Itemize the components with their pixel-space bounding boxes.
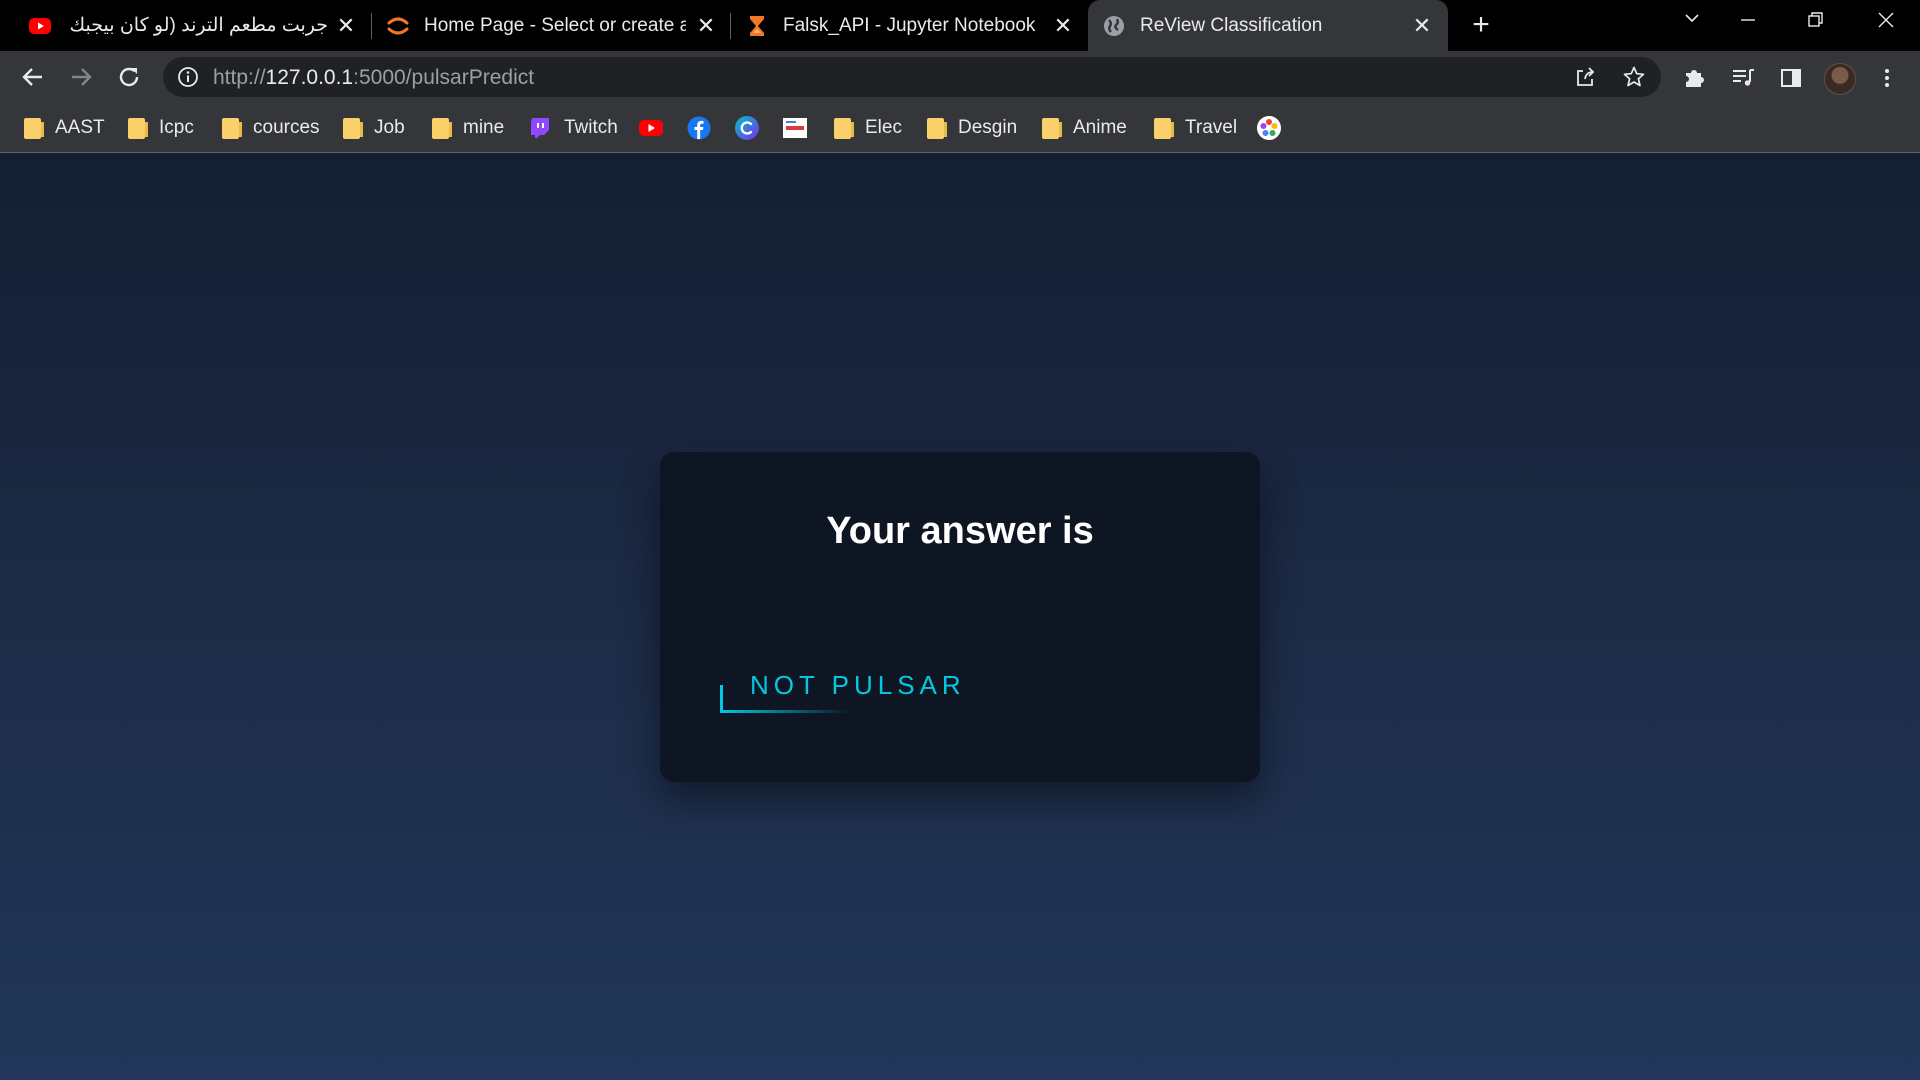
jupyter-icon [386,14,410,38]
bookmark-star-icon[interactable] [1622,65,1646,89]
globe-icon [1102,14,1126,38]
close-tab-icon[interactable]: ✕ [692,12,720,40]
tab-jupyter-home[interactable]: Home Page - Select or create a n ✕ [372,0,724,51]
bookmark-folder-aast[interactable]: AAST [24,116,105,140]
result-heading: Your answer is [826,510,1094,552]
close-window-icon[interactable] [1858,10,1914,54]
folder-icon [222,117,242,139]
tab-title: جربت مطعم الترند (لو كان بيجبك [69,15,328,36]
folder-icon [834,117,854,139]
hourglass-icon [745,14,769,38]
address-bar[interactable]: http://127.0.0.1:5000/pulsarPredict [163,57,1661,97]
tab-search-icon[interactable] [1664,8,1720,52]
prediction-result: NOT PULSAR [720,670,961,713]
menu-kebab-icon[interactable] [1874,65,1900,91]
tab-jupyter-notebook[interactable]: Falsk_API - Jupyter Notebook ✕ [731,0,1083,51]
bookmark-label: cources [253,117,320,138]
media-queue-icon[interactable] [1730,65,1756,91]
close-tab-icon[interactable]: ✕ [1408,12,1436,40]
tab-youtube-video[interactable]: جربت مطعم الترند (لو كان بيجبك ✕ [14,0,364,51]
twitch-icon [528,116,552,140]
bookmark-folder-cources[interactable]: cources [222,116,320,140]
profile-avatar[interactable] [1824,63,1856,95]
url-path: :5000/pulsarPredict [353,66,535,89]
canva-icon[interactable] [734,115,760,141]
bookmarks-bar: AAST Icpc cources Job mine Twitch Elec D… [0,103,1920,153]
reload-button[interactable] [112,60,146,94]
side-panel-icon[interactable] [1778,65,1804,91]
url-host: 127.0.0.1 [265,66,354,89]
youtube-icon [28,14,52,38]
result-accent-bar [720,685,723,712]
restore-icon[interactable] [1788,10,1844,54]
folder-icon [128,117,148,139]
bookmark-folder-icpc[interactable]: Icpc [128,116,194,140]
site-icon[interactable] [782,115,808,141]
site-info-icon[interactable] [177,66,199,88]
facebook-icon[interactable] [686,115,712,141]
result-card: Your answer is NOT PULSAR [660,452,1260,782]
back-button[interactable] [16,60,50,94]
prediction-label: NOT PULSAR [750,670,966,700]
bookmark-label: Anime [1073,117,1127,138]
close-tab-icon[interactable]: ✕ [1049,12,1077,40]
bookmark-label: mine [463,117,505,138]
tab-strip: جربت مطعم الترند (لو كان بيجبك ✕ Home Pa… [0,0,1920,51]
bookmark-folder-elec[interactable]: Elec [834,116,902,140]
forward-button[interactable] [64,60,98,94]
folder-icon [1154,117,1174,139]
bookmark-label: Travel [1185,117,1238,138]
tab-title: Falsk_API - Jupyter Notebook [783,15,1036,36]
result-underline [720,710,850,713]
url-scheme: http:// [213,66,266,89]
page-viewport: Your answer is NOT PULSAR [0,153,1920,1080]
folder-icon [24,117,44,139]
bookmark-label: Job [374,117,405,138]
bookmark-folder-mine[interactable]: mine [432,116,504,140]
chrome-colors-icon[interactable] [1256,115,1282,141]
folder-icon [343,117,363,139]
folder-icon [1042,117,1062,139]
folder-icon [432,117,452,139]
bookmark-label: Twitch [564,117,618,138]
bookmark-folder-anime[interactable]: Anime [1042,116,1127,140]
url-text[interactable]: http://127.0.0.1:5000/pulsarPredict [213,67,534,89]
bookmark-folder-desgin[interactable]: Desgin [927,116,1017,140]
tab-review-classification[interactable]: ReView Classification ✕ [1088,0,1448,51]
bookmark-label: AAST [55,117,105,138]
new-tab-button[interactable]: + [1465,10,1497,41]
minimize-icon[interactable] [1720,10,1776,54]
bookmark-label: Icpc [159,117,194,138]
bookmark-twitch[interactable]: Twitch [528,116,618,140]
bookmark-label: Elec [865,117,902,138]
folder-icon [927,117,947,139]
bookmark-label: Desgin [958,117,1018,138]
bookmark-folder-job[interactable]: Job [343,116,405,140]
tab-title: ReView Classification [1140,15,1323,36]
extensions-icon[interactable] [1682,65,1708,91]
bookmark-folder-travel[interactable]: Travel [1154,116,1237,140]
share-icon[interactable] [1573,65,1597,89]
close-tab-icon[interactable]: ✕ [332,12,360,40]
youtube-icon[interactable] [638,115,664,141]
tab-title: Home Page - Select or create a n [424,15,686,36]
browser-toolbar: http://127.0.0.1:5000/pulsarPredict [0,51,1920,103]
